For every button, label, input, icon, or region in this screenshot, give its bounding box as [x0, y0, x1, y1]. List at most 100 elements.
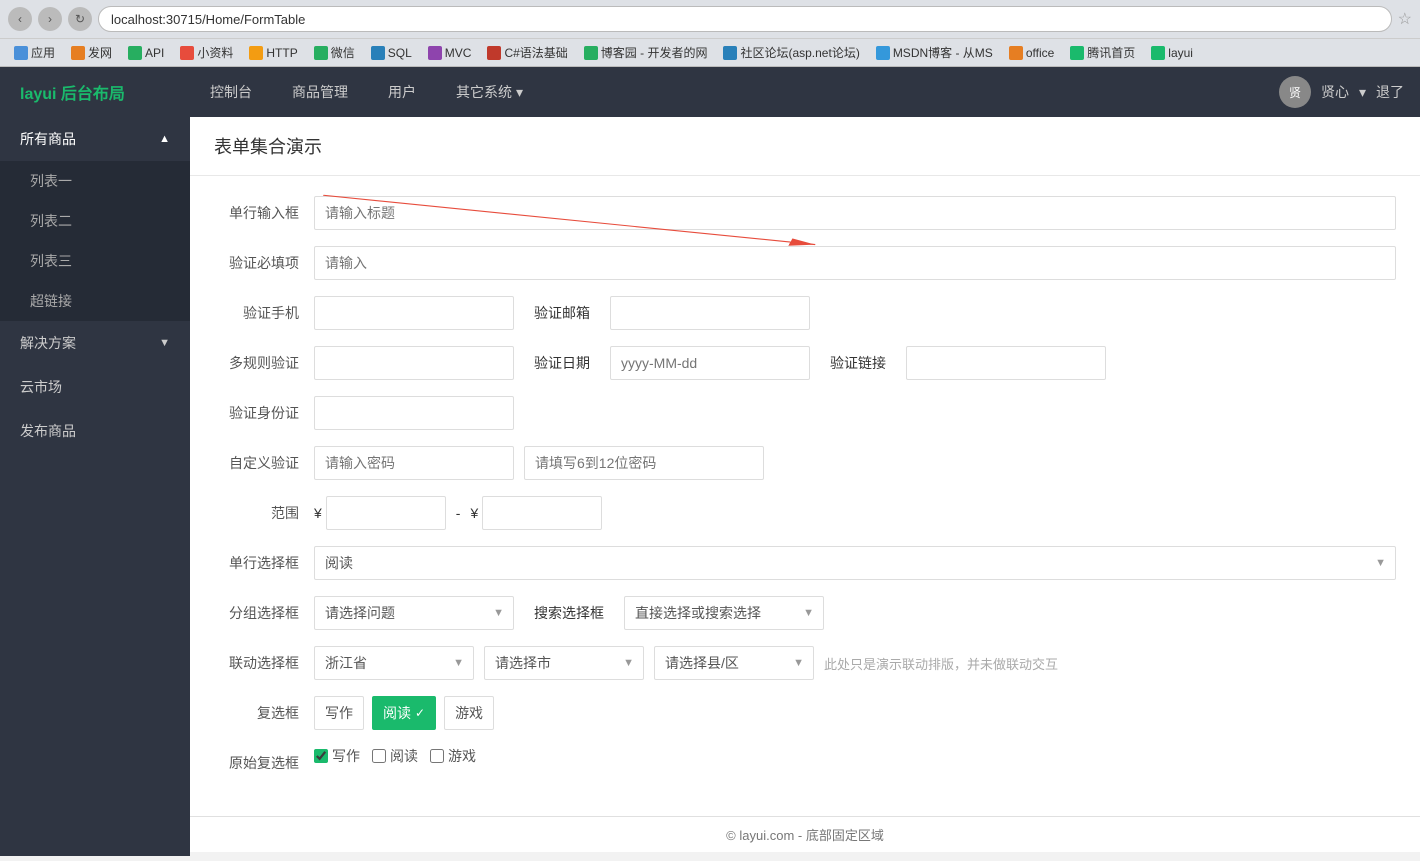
email-input-field[interactable]	[610, 296, 810, 330]
label-orig-checkbox: 原始复选框	[214, 746, 314, 780]
single-select-field[interactable]: 阅读	[314, 546, 1396, 580]
form-row-orig-checkbox: 原始复选框 写作 阅读 游戏	[214, 746, 1396, 780]
sidebar-caret-icon: ▲	[159, 133, 170, 145]
id-input[interactable]	[314, 396, 514, 430]
back-button[interactable]: ‹	[8, 7, 32, 31]
checkbox-game[interactable]: 游戏	[444, 696, 494, 730]
nav-menu: 控制台 商品管理 用户 其它系统 ▾	[190, 67, 1279, 117]
sidebar-group-all-products[interactable]: 所有商品 ▲	[0, 117, 190, 161]
orig-checkbox-read-input[interactable]	[372, 749, 386, 763]
bookmark-应用[interactable]: 应用	[8, 42, 61, 63]
bookmark-icon-应用	[14, 46, 28, 60]
date-input[interactable]	[610, 346, 810, 380]
top-nav: layui 后台布局 控制台 商品管理 用户 其它系统 ▾ 贤 贤心 ▾ 退了	[0, 67, 1420, 117]
form-row-phone-email: 验证手机 验证邮箱	[214, 296, 1396, 330]
bookmark-SQL[interactable]: SQL	[365, 44, 418, 62]
address-bar[interactable]	[98, 6, 1392, 32]
required-input-field[interactable]	[314, 246, 1396, 280]
sidebar-item-cloud[interactable]: 云市场	[0, 365, 190, 409]
orig-checkbox-write-input[interactable]	[314, 749, 328, 763]
body-container: 所有商品 ▲ 列表一 列表二 列表三 超链接 解决方案 ▼ 云市场 发布商品 表…	[0, 117, 1420, 856]
bookmark-微信[interactable]: 微信	[308, 42, 361, 63]
range-min-input[interactable]	[326, 496, 446, 530]
yen2: ¥	[470, 496, 478, 530]
bookmark-icon-MVC	[428, 46, 442, 60]
dropdown-caret-icon: ▾	[516, 84, 523, 101]
bookmark-icon-社区论坛(asp.net论坛)	[723, 46, 737, 60]
bookmark-MVC[interactable]: MVC	[422, 44, 478, 62]
checkbox-read[interactable]: 阅读 ✓	[372, 696, 436, 730]
bookmark-小资料[interactable]: 小资料	[174, 42, 239, 63]
bookmark-HTTP[interactable]: HTTP	[243, 44, 303, 62]
linked-city-select[interactable]: 请选择市	[484, 646, 644, 680]
sidebar-item-hyperlink[interactable]: 超链接	[0, 281, 190, 321]
fields-phone-email: 验证邮箱	[314, 296, 1396, 330]
forward-button[interactable]: ›	[38, 7, 62, 31]
bookmark-社区论坛(asp.net论坛)[interactable]: 社区论坛(asp.net论坛)	[717, 42, 865, 63]
bookmark-office[interactable]: office	[1003, 44, 1060, 62]
fields-single-input	[314, 196, 1396, 230]
bookmark-icon-发网	[71, 46, 85, 60]
bookmark-icon-微信	[314, 46, 328, 60]
bookmark-icon-SQL	[371, 46, 385, 60]
bookmark-C#语法基础[interactable]: C#语法基础	[481, 42, 573, 63]
reload-button[interactable]: ↻	[68, 7, 92, 31]
label-group-select: 分组选择框	[214, 596, 314, 630]
linked-district-select[interactable]: 请选择县/区	[654, 646, 814, 680]
form-row-checkbox: 复选框 写作 阅读 ✓ 游戏	[214, 696, 1396, 730]
orig-checkbox-game-input[interactable]	[430, 749, 444, 763]
nav-item-users[interactable]: 用户	[368, 67, 436, 117]
label-checkbox: 复选框	[214, 696, 314, 730]
form-row-linked-select: 联动选择框 浙江省 ▼ 请选择市 ▼	[214, 646, 1396, 680]
bookmark-MSDN博客 - 从MS[interactable]: MSDN博客 - 从MS	[870, 42, 999, 63]
footer: © layui.com - 底部固定区域	[190, 816, 1420, 852]
sidebar-group-solutions[interactable]: 解决方案 ▼	[0, 321, 190, 365]
yen1: ¥	[314, 496, 322, 530]
custom-pw1[interactable]	[314, 446, 514, 480]
nav-item-other[interactable]: 其它系统 ▾	[436, 67, 543, 117]
bookmark-icon-MSDN博客 - 从MS	[876, 46, 890, 60]
orig-checkbox-game[interactable]: 游戏	[430, 746, 476, 766]
sidebar-item-list1[interactable]: 列表一	[0, 161, 190, 201]
sidebar-item-list2[interactable]: 列表二	[0, 201, 190, 241]
fields-required	[314, 246, 1396, 280]
bookmark-star[interactable]: ☆	[1398, 9, 1412, 29]
orig-checkbox-read[interactable]: 阅读	[372, 746, 418, 766]
form-row-custom: 自定义验证	[214, 446, 1396, 480]
label-date: 验证日期	[534, 353, 590, 373]
nav-item-console[interactable]: 控制台	[190, 67, 272, 117]
sidebar-item-list3[interactable]: 列表三	[0, 241, 190, 281]
group-select-field[interactable]: 请选择问题	[314, 596, 514, 630]
nav-item-products[interactable]: 商品管理	[272, 67, 368, 117]
page-title: 表单集合演示	[214, 133, 1396, 159]
linked-province-select[interactable]: 浙江省	[314, 646, 474, 680]
search-select-field[interactable]: 直接选择或搜索选择	[624, 596, 824, 630]
form-row-single-select: 单行选择框 阅读 ▼	[214, 546, 1396, 580]
bookmark-layui[interactable]: layui	[1145, 44, 1199, 62]
bookmarks-bar: 应用发网API小资料HTTP 微信SQLMVCC#语法基础博客园 - 开发者的网社…	[0, 38, 1420, 66]
form-row-group-search-select: 分组选择框 请选择问题 ▼ 搜索选择框 直接选择或搜索选择	[214, 596, 1396, 630]
multi-rule-input[interactable]	[314, 346, 514, 380]
bookmark-腾讯首页[interactable]: 腾讯首页	[1064, 42, 1141, 63]
label-phone: 验证手机	[214, 296, 314, 330]
range-max-input[interactable]	[482, 496, 602, 530]
single-input-field[interactable]	[314, 196, 1396, 230]
checkbox-write[interactable]: 写作	[314, 696, 364, 730]
sidebar-item-publish[interactable]: 发布商品	[0, 409, 190, 453]
bookmark-API[interactable]: API	[122, 44, 170, 62]
form-container: 单行输入框 验证必填项 验证手机 验	[190, 176, 1420, 816]
brand: layui 后台布局	[0, 80, 190, 104]
link-input[interactable]	[906, 346, 1106, 380]
bookmark-发网[interactable]: 发网	[65, 42, 118, 63]
label-single-input: 单行输入框	[214, 196, 314, 230]
linked-select-hint: 此处只是演示联动排版，并未做联动交互	[824, 654, 1058, 673]
bookmark-博客园 - 开发者的网[interactable]: 博客园 - 开发者的网	[578, 42, 714, 63]
label-link: 验证链接	[830, 353, 886, 373]
orig-checkbox-write[interactable]: 写作	[314, 746, 360, 766]
form-row-id: 验证身份证	[214, 396, 1396, 430]
main-content: 表单集合演示 单行输入框	[190, 117, 1420, 856]
phone-input-field[interactable]	[314, 296, 514, 330]
username-caret: ▾	[1359, 84, 1366, 101]
custom-pw2[interactable]	[524, 446, 764, 480]
logout-button[interactable]: 退了	[1376, 82, 1404, 102]
